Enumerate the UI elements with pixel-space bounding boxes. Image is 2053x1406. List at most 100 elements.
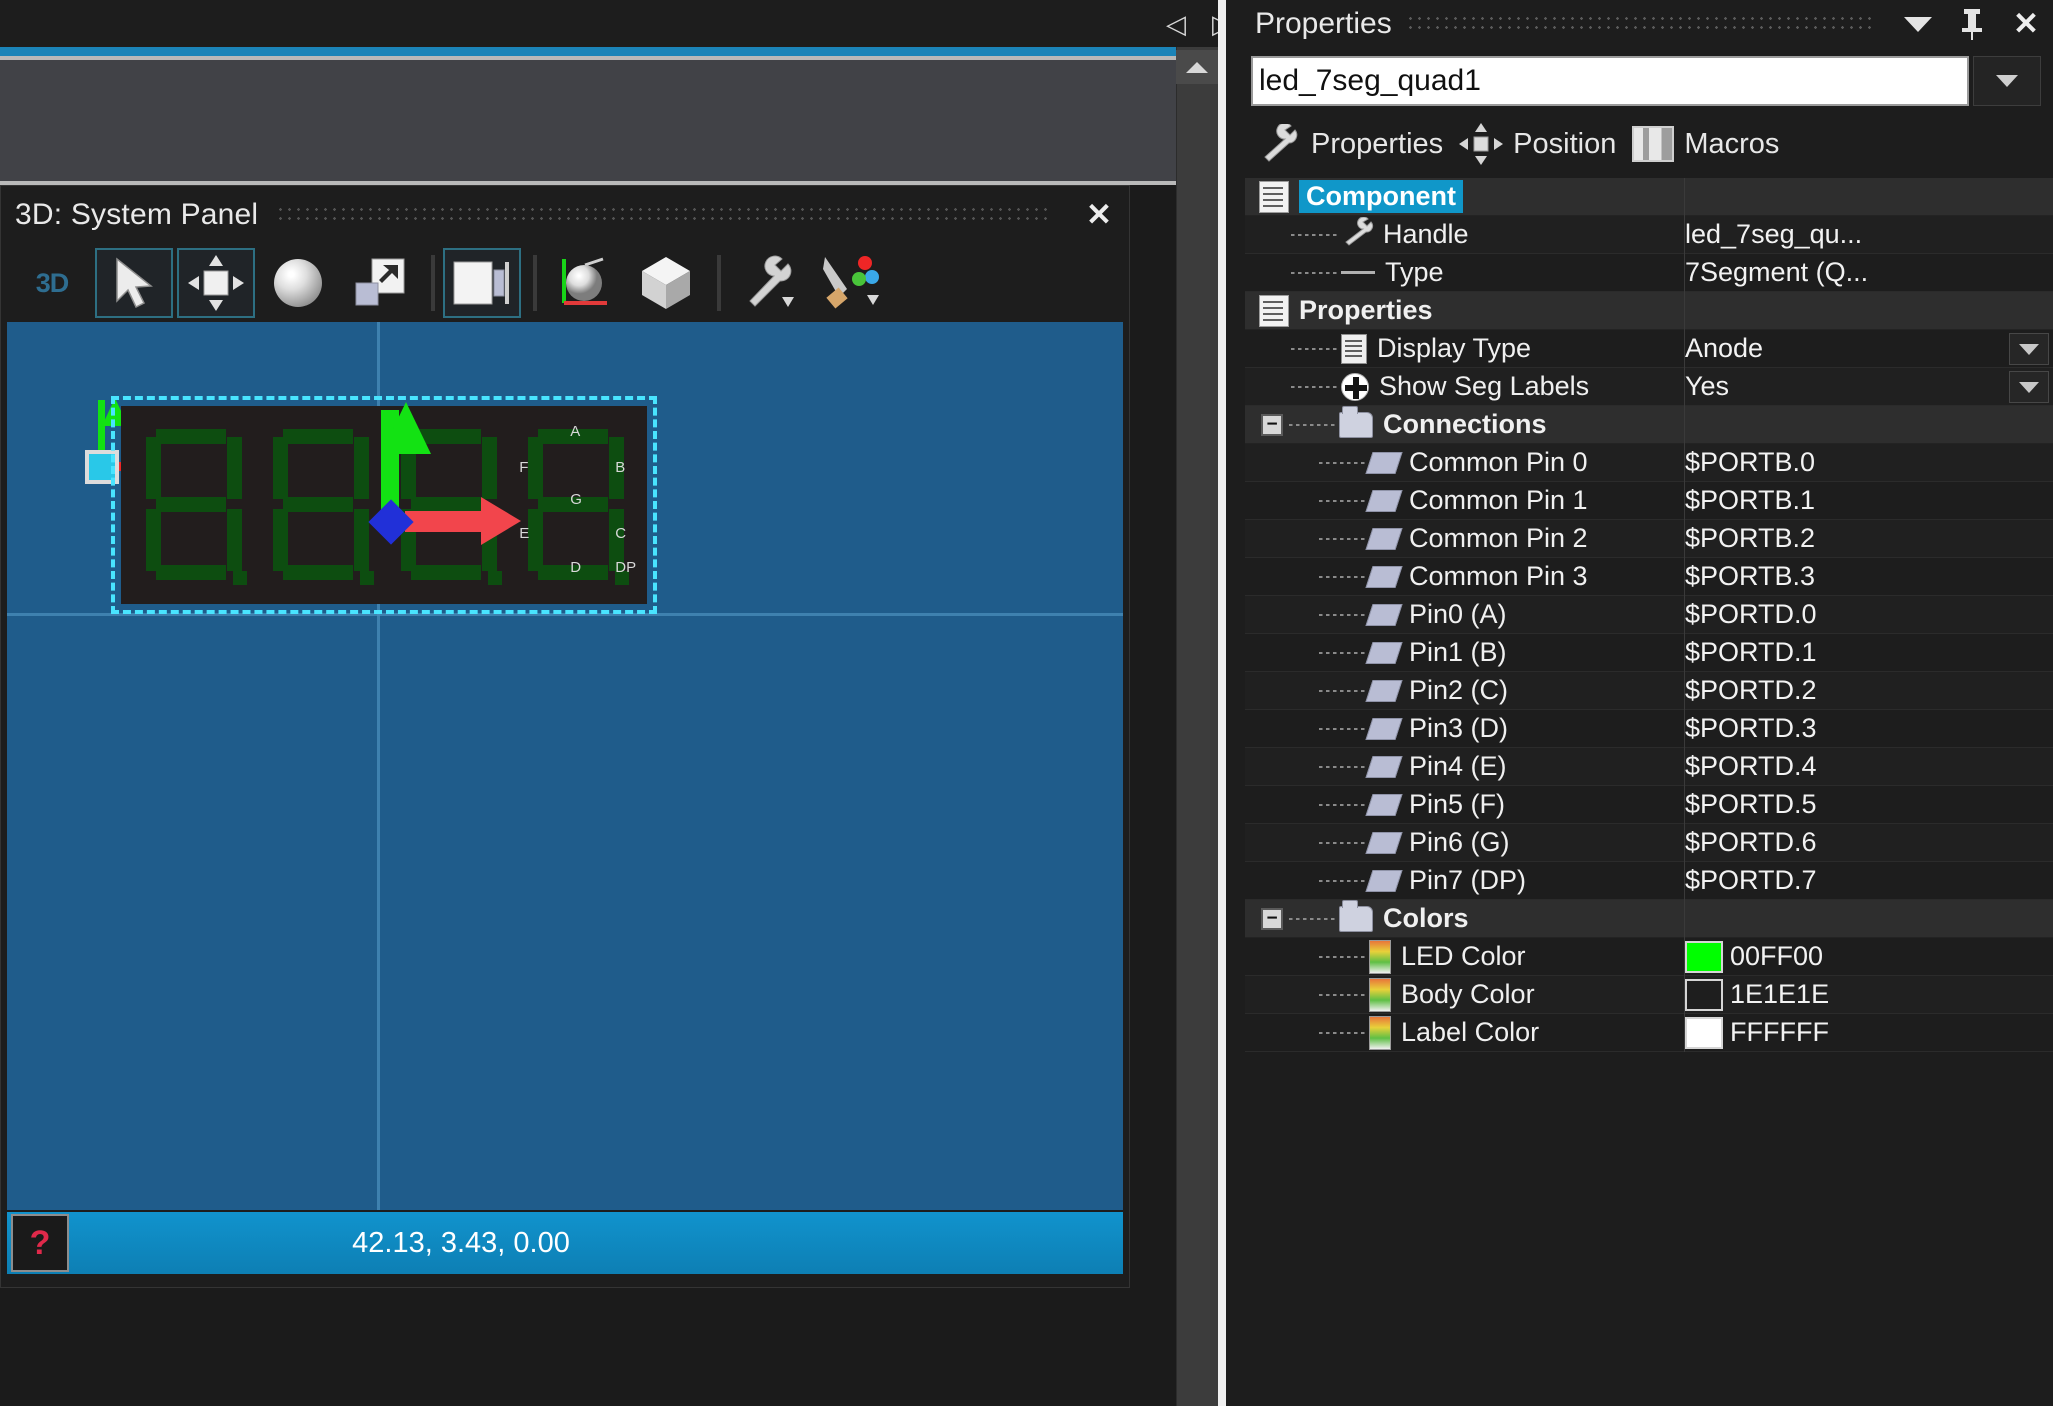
tree-row-value-cell[interactable]: $PORTD.5 <box>1685 786 2053 824</box>
tree-row-value: $PORTD.6 <box>1685 827 1817 857</box>
tree-row-value-cell[interactable]: 7Segment (Q... <box>1685 254 2053 292</box>
tree-row[interactable]: Pin7 (DP) $PORTD.7 <box>1245 861 2053 900</box>
tree-row-label-cell: Body Color <box>1245 975 1685 1014</box>
tree-row[interactable]: Pin6 (G) $PORTD.6 <box>1245 823 2053 862</box>
tree-row-value-cell[interactable]: $PORTB.2 <box>1685 520 2053 558</box>
tab-properties[interactable]: Properties <box>1259 124 1443 164</box>
property-tree[interactable]: Component Handle led_7seg_qu... Type 7Segmen… <box>1245 177 2053 1406</box>
tab-macros[interactable]: Macros <box>1632 126 1779 162</box>
tab-strip: ◁ ▷ <box>0 0 1245 47</box>
tree-row-value-cell[interactable]: $PORTB.3 <box>1685 558 2053 596</box>
tree-row-value-cell[interactable]: $PORTD.1 <box>1685 634 2053 672</box>
value-dropdown-button[interactable] <box>2009 371 2049 403</box>
tree-row-label-cell: Pin4 (E) <box>1245 747 1685 786</box>
tree-guide <box>1319 651 1365 654</box>
tree-row-value-cell[interactable]: $PORTD.6 <box>1685 824 2053 862</box>
origin-handle[interactable] <box>85 450 119 484</box>
lighting-tool-button[interactable] <box>545 248 623 318</box>
tree-row-value-cell[interactable]: 00FF00 <box>1685 938 2053 976</box>
tree-row-value: FFFFFF <box>1730 1017 1829 1047</box>
tree-group-row[interactable]: − Connections <box>1245 405 2053 444</box>
render-tool-button[interactable] <box>811 248 889 318</box>
tab-position[interactable]: Position <box>1459 123 1616 165</box>
tree-row-value-cell[interactable]: Anode <box>1685 330 2053 368</box>
tree-row-label: Colors <box>1383 903 1469 933</box>
3d-viewport[interactable]: A F B G E C D DP <box>7 322 1123 1210</box>
tab-prev-arrow-icon[interactable]: ◁ <box>1153 0 1199 47</box>
tree-row-label-cell: Label Color <box>1245 1013 1685 1052</box>
tree-row[interactable]: Type 7Segment (Q... <box>1245 253 2053 292</box>
tree-row-value: Yes <box>1685 371 1730 401</box>
tree-row[interactable]: Pin2 (C) $PORTD.2 <box>1245 671 2053 710</box>
color-swatch[interactable] <box>1685 940 1723 973</box>
tree-row-label: Connections <box>1383 409 1547 439</box>
color-swatch[interactable] <box>1685 1016 1723 1049</box>
scrollbar-up-button[interactable] <box>1176 50 1218 84</box>
move-tool-button[interactable] <box>177 248 255 318</box>
panel-splitter[interactable] <box>1218 0 1226 1406</box>
seven-segment-component[interactable]: A F B G E C D DP <box>111 396 657 614</box>
tree-row-value-cell[interactable]: $PORTD.3 <box>1685 710 2053 748</box>
tree-expander[interactable]: − <box>1261 413 1283 436</box>
plus-circle-icon <box>1341 372 1369 401</box>
handle-input-value: led_7seg_quad1 <box>1259 64 1481 97</box>
gizmo-center-handle[interactable] <box>368 499 414 545</box>
tree-row[interactable]: Common Pin 0 $PORTB.0 <box>1245 443 2053 482</box>
tree-row-value-cell[interactable]: $PORTD.0 <box>1685 596 2053 634</box>
close-panel-button[interactable]: ✕ <box>1999 0 2053 48</box>
tree-group-row[interactable]: Properties <box>1245 291 2053 330</box>
macros-icon <box>1632 126 1675 162</box>
tree-row-value-cell[interactable]: led_7seg_qu... <box>1685 216 2053 254</box>
tree-row-label-cell: Common Pin 2 <box>1245 519 1685 558</box>
close-icon[interactable]: ✕ <box>1069 186 1129 244</box>
tree-row-value-cell[interactable]: FFFFFF <box>1685 1014 2053 1052</box>
tree-row[interactable]: Body Color 1E1E1E <box>1245 975 2053 1014</box>
tree-row[interactable]: LED Color 00FF00 <box>1245 937 2053 976</box>
tree-group-row[interactable]: − Colors <box>1245 899 2053 938</box>
value-dropdown-button[interactable] <box>2009 333 2049 365</box>
document-canvas[interactable] <box>0 60 1176 184</box>
settings-tool-button[interactable] <box>729 248 807 318</box>
tree-row[interactable]: Common Pin 1 $PORTB.1 <box>1245 481 2053 520</box>
tree-row[interactable]: Label Color FFFFFF <box>1245 1013 2053 1052</box>
tree-row[interactable]: Pin5 (F) $PORTD.5 <box>1245 785 2053 824</box>
panel-menu-button[interactable] <box>1891 0 1945 48</box>
help-button[interactable]: ? <box>11 1214 69 1272</box>
tree-expander[interactable]: − <box>1261 907 1283 930</box>
tree-row-value-cell[interactable]: $PORTD.7 <box>1685 862 2053 900</box>
gizmo-x-axis[interactable] <box>405 511 485 532</box>
tree-row[interactable]: Handle led_7seg_qu... <box>1245 215 2053 254</box>
tree-row[interactable]: Pin0 (A) $PORTD.0 <box>1245 595 2053 634</box>
tree-row-value-cell[interactable]: $PORTB.0 <box>1685 444 2053 482</box>
tree-row[interactable]: Display Type Anode <box>1245 329 2053 368</box>
tree-row[interactable]: Pin4 (E) $PORTD.4 <box>1245 747 2053 786</box>
scale-tool-button[interactable] <box>341 248 419 318</box>
tree-row[interactable]: Pin1 (B) $PORTD.1 <box>1245 633 2053 672</box>
tree-row-value-cell[interactable]: $PORTD.2 <box>1685 672 2053 710</box>
tree-row[interactable]: Common Pin 2 $PORTB.2 <box>1245 519 2053 558</box>
shading-tool-button[interactable] <box>627 248 705 318</box>
transform-gizmo[interactable] <box>365 380 545 560</box>
handle-input[interactable]: led_7seg_quad1 <box>1251 56 1969 106</box>
tree-row[interactable]: Common Pin 3 $PORTB.3 <box>1245 557 2053 596</box>
color-swatch[interactable] <box>1685 978 1723 1011</box>
tree-row[interactable]: Show Seg Labels Yes <box>1245 367 2053 406</box>
select-tool-button[interactable] <box>95 248 173 318</box>
camera-view-icon <box>453 261 509 305</box>
tree-row-value-cell[interactable]: $PORTB.1 <box>1685 482 2053 520</box>
tree-row-value-cell[interactable]: 1E1E1E <box>1685 976 2053 1014</box>
tree-row-value-cell[interactable]: Yes <box>1685 368 2053 406</box>
handle-dropdown-button[interactable] <box>1973 56 2041 106</box>
tree-guide <box>1319 879 1365 882</box>
tree-row-value-cell[interactable]: $PORTD.4 <box>1685 748 2053 786</box>
editor-vertical-scrollbar[interactable] <box>1176 47 1218 1406</box>
tree-group-row[interactable]: Component <box>1245 177 2053 216</box>
rotate-tool-button[interactable] <box>259 248 337 318</box>
camera-tool-button[interactable] <box>443 248 521 318</box>
tree-row-label: Type <box>1385 257 1444 287</box>
tree-row[interactable]: Pin3 (D) $PORTD.3 <box>1245 709 2053 748</box>
sphere-icon <box>274 259 322 307</box>
pin-button[interactable] <box>1945 0 1999 48</box>
tree-row-label-cell: − Connections <box>1245 405 1685 444</box>
3d-panel-titlebar: 3D: System Panel ✕ <box>1 186 1129 244</box>
